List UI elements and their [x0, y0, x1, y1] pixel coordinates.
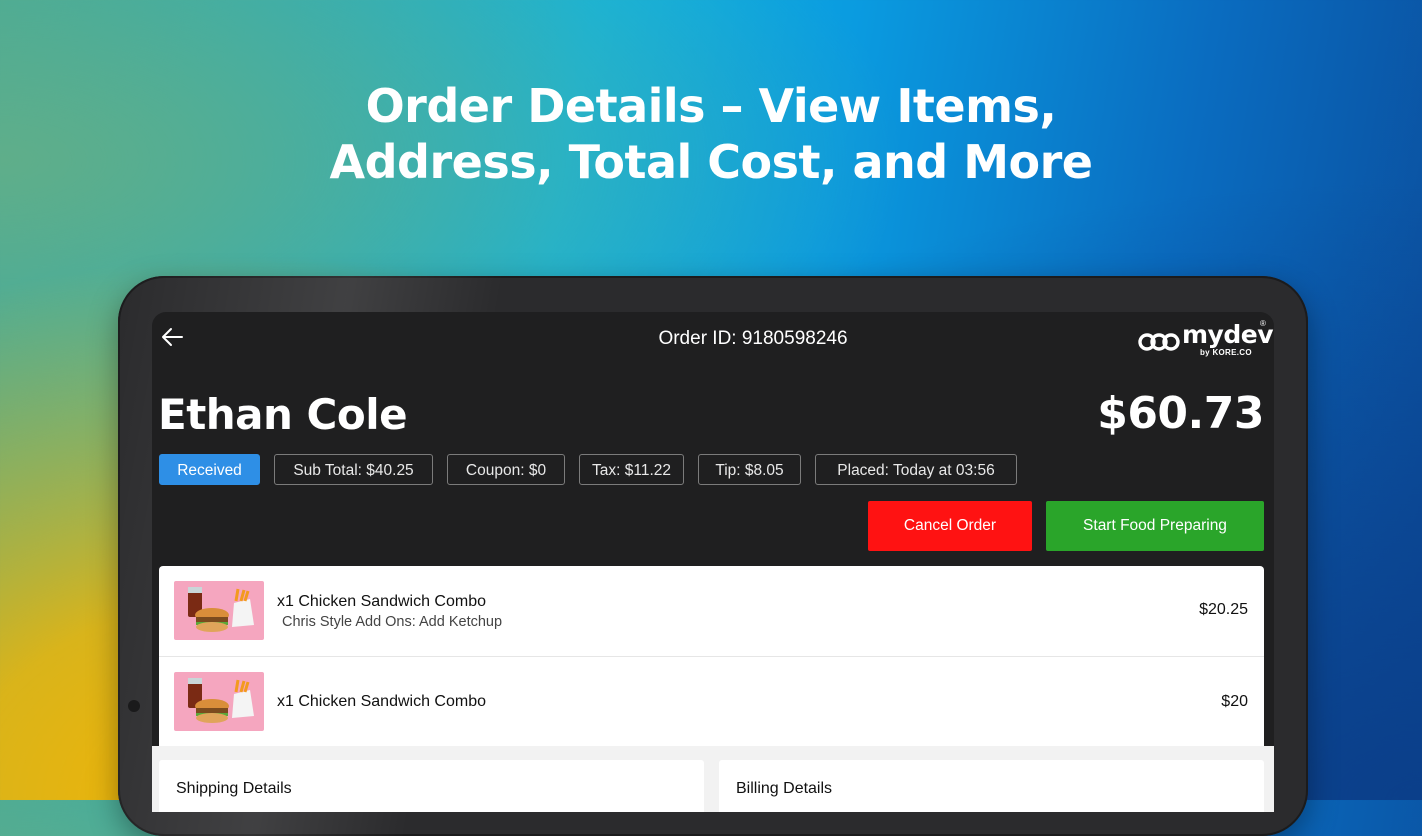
customer-name: Ethan Cole [158, 390, 408, 439]
item-name: x1 Chicken Sandwich Combo [277, 693, 486, 710]
promo-headline: Order Details – View Items, Address, Tot… [0, 78, 1422, 190]
mydev-logo: mydev ® by KORE.CO [1138, 319, 1274, 360]
list-item[interactable]: x1 Chicken Sandwich Combo $20 [159, 656, 1264, 746]
subtotal-chip: Sub Total: $40.25 [274, 454, 433, 485]
billing-details-title: Billing Details [736, 780, 833, 797]
start-food-preparing-button[interactable]: Start Food Preparing [1046, 501, 1264, 551]
headline-line-2: Address, Total Cost, and More [329, 135, 1094, 189]
shipping-details-panel[interactable]: Shipping Details [159, 760, 704, 812]
placed-time-chip: Placed: Today at 03:56 [815, 454, 1017, 485]
brand-by-line: by KORE.CO [1200, 348, 1252, 357]
item-price: $20 [1221, 693, 1248, 710]
camera-dot [128, 700, 140, 712]
food-thumbnail [174, 672, 264, 731]
details-area: Shipping Details Billing Details [152, 746, 1274, 812]
top-bar: Order ID: 9180598246 mydev ® by KORE.CO [152, 312, 1274, 368]
shipping-details-title: Shipping Details [176, 780, 292, 797]
order-details-screen: Order ID: 9180598246 mydev ® by KORE.CO … [152, 312, 1274, 812]
status-badge: Received [159, 454, 260, 485]
food-thumbnail [174, 581, 264, 640]
coupon-chip: Coupon: $0 [447, 454, 565, 485]
billing-details-panel[interactable]: Billing Details [719, 760, 1264, 812]
headline-line-1: Order Details – View Items, [365, 79, 1057, 133]
order-items-list: x1 Chicken Sandwich Combo Chris Style Ad… [159, 566, 1264, 746]
tax-chip: Tax: $11.22 [579, 454, 684, 485]
order-id-title: Order ID: 9180598246 [658, 328, 848, 349]
item-price: $20.25 [1199, 601, 1248, 618]
cancel-order-button[interactable]: Cancel Order [868, 501, 1032, 551]
item-name: x1 Chicken Sandwich Combo [277, 593, 486, 610]
item-options: Chris Style Add Ons: Add Ketchup [282, 614, 503, 630]
tip-chip: Tip: $8.05 [698, 454, 801, 485]
mydev-logo-icon [1138, 333, 1180, 351]
order-total: $60.73 [1097, 388, 1264, 439]
list-item[interactable]: x1 Chicken Sandwich Combo Chris Style Ad… [159, 566, 1264, 656]
brand-registered-mark: ® [1260, 319, 1266, 328]
